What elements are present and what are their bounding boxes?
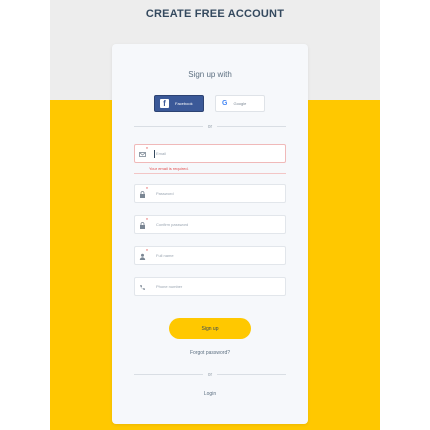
- or-divider: or: [134, 123, 287, 130]
- forgot-password-link[interactable]: Forgot password?: [112, 350, 308, 356]
- lock-icon: [139, 222, 146, 229]
- password-field[interactable]: * Password: [134, 184, 286, 203]
- required-mark: *: [146, 218, 148, 224]
- email-field[interactable]: * Email: [134, 144, 286, 163]
- phone-placeholder: Phone number: [156, 284, 183, 289]
- signup-button[interactable]: Sign up: [169, 318, 251, 339]
- confirm-password-placeholder: Confirm password: [156, 222, 189, 227]
- error-underline: [134, 173, 286, 174]
- divider-text: or: [207, 371, 213, 378]
- divider-line: [134, 126, 203, 127]
- email-icon: [139, 151, 146, 158]
- required-mark: *: [146, 147, 148, 153]
- confirm-password-field[interactable]: * Confirm password: [134, 215, 286, 234]
- divider-line: [217, 374, 287, 375]
- email-placeholder: Email: [156, 151, 167, 156]
- phone-field[interactable]: Phone number: [134, 277, 286, 296]
- text-cursor: [154, 150, 155, 158]
- email-error-message: Your email is required.: [149, 166, 189, 171]
- page-frame: CREATE FREE ACCOUNT Sign up with f Faceb…: [50, 0, 380, 430]
- divider-line: [217, 126, 287, 127]
- user-icon: [139, 253, 146, 260]
- facebook-button-label: Facebook: [175, 101, 193, 106]
- password-placeholder: Password: [156, 191, 174, 196]
- google-signup-button[interactable]: G Google: [215, 95, 265, 112]
- or-divider-bottom: or: [134, 371, 287, 378]
- page-title: CREATE FREE ACCOUNT: [145, 8, 285, 20]
- facebook-signup-button[interactable]: f Facebook: [154, 95, 204, 112]
- facebook-icon: f: [160, 99, 169, 108]
- google-button-label: Google: [233, 101, 247, 106]
- full-name-field[interactable]: * Full name: [134, 246, 286, 265]
- divider-text: or: [207, 123, 213, 130]
- google-icon: G: [222, 100, 228, 107]
- full-name-placeholder: Full name: [156, 253, 174, 258]
- login-link[interactable]: Login: [112, 391, 308, 397]
- lock-icon: [139, 191, 146, 198]
- required-mark: *: [146, 249, 148, 255]
- signup-card: Sign up with f Facebook G Google or * Em…: [112, 44, 308, 424]
- signup-subtitle: Sign up with: [188, 70, 232, 79]
- divider-line: [134, 374, 203, 375]
- phone-icon: [139, 284, 146, 291]
- required-mark: *: [146, 187, 148, 193]
